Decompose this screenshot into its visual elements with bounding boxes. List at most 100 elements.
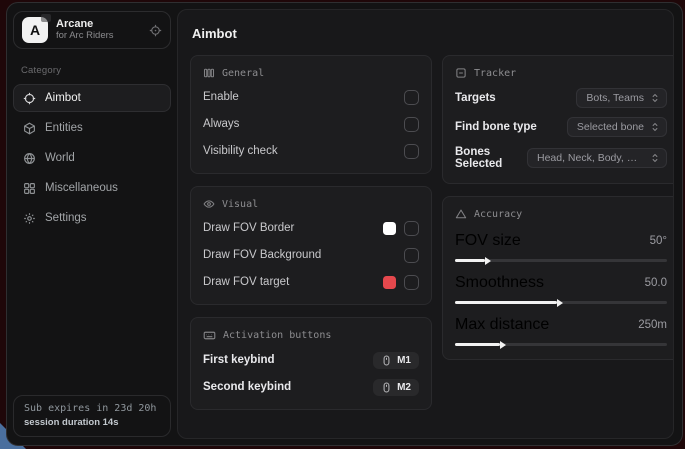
card-title: Tracker xyxy=(474,68,516,79)
card-activation-buttons: Activation buttons First keybind M1 xyxy=(190,317,432,410)
session-duration-text: session duration 14s xyxy=(24,417,160,428)
targets-dropdown[interactable]: Bots, Teams xyxy=(576,88,667,108)
sidebar-item-label: Miscellaneous xyxy=(45,182,118,194)
setting-row-second-keybind: Second keybind M2 xyxy=(203,378,419,396)
setting-row-fov-border: Draw FOV Border xyxy=(203,219,419,237)
setting-row-max-distance: Max distance 250m xyxy=(455,316,667,346)
app-window: A Arcane for Arc Riders Category xyxy=(6,2,683,446)
gear-icon xyxy=(23,212,36,225)
fov-border-checkbox[interactable] xyxy=(404,221,419,236)
unfold-icon xyxy=(650,153,660,163)
setting-label: Draw FOV Border xyxy=(203,222,294,234)
keybind-value: M2 xyxy=(397,382,411,393)
setting-label: Draw FOV target xyxy=(203,276,289,288)
setting-label: Find bone type xyxy=(455,121,537,133)
card-title: Visual xyxy=(222,199,258,210)
sidebar-item-label: Settings xyxy=(45,212,87,224)
first-keybind-button[interactable]: M1 xyxy=(373,352,419,369)
sidebar-item-label: World xyxy=(45,152,75,164)
fov-border-color-swatch[interactable] xyxy=(383,222,396,235)
app-header: A Arcane for Arc Riders xyxy=(13,11,171,49)
grid-icon xyxy=(23,182,36,195)
sidebar-item-miscellaneous[interactable]: Miscellaneous xyxy=(13,174,171,202)
dropdown-value: Selected bone xyxy=(577,121,644,133)
setting-row-fov-size: FOV size 50° xyxy=(455,232,667,262)
fov-target-color-swatch[interactable] xyxy=(383,276,396,289)
cube-icon xyxy=(23,122,36,135)
card-general: General Enable Always Visibility check xyxy=(190,55,432,174)
setting-row-fov-target: Draw FOV target xyxy=(203,273,419,291)
slider-fill[interactable] xyxy=(455,259,485,262)
slider-value: 50° xyxy=(650,235,667,247)
dropdown-value: Bots, Teams xyxy=(586,92,644,104)
sidebar-item-world[interactable]: World xyxy=(13,144,171,172)
setting-label: Max distance xyxy=(455,316,549,334)
slider-fill[interactable] xyxy=(455,301,557,304)
sidebar: A Arcane for Arc Riders Category xyxy=(7,3,177,445)
setting-label: Enable xyxy=(203,91,239,103)
triangle-icon xyxy=(455,208,467,220)
setting-label: Bones Selected xyxy=(455,146,527,170)
card-visual: Visual Draw FOV Border Draw FOV Backgrou… xyxy=(190,186,432,305)
setting-row-enable: Enable xyxy=(203,88,419,106)
setting-row-fov-background: Draw FOV Background xyxy=(203,246,419,264)
setting-row-find-bone-type: Find bone type Selected bone xyxy=(455,117,667,137)
card-tracker: Tracker Targets Bots, Teams xyxy=(442,55,674,184)
sidebar-item-aimbot[interactable]: Aimbot xyxy=(13,84,171,112)
frame-minus-icon xyxy=(455,67,467,79)
card-title: Accuracy xyxy=(474,209,522,220)
second-keybind-button[interactable]: M2 xyxy=(373,379,419,396)
unfold-icon xyxy=(650,122,660,132)
always-checkbox[interactable] xyxy=(404,117,419,132)
setting-label: Draw FOV Background xyxy=(203,249,321,261)
card-title: General xyxy=(222,68,264,79)
category-label: Category xyxy=(21,65,171,76)
scope-icon[interactable] xyxy=(149,24,162,37)
app-name: Arcane xyxy=(56,18,141,31)
sidebar-item-label: Aimbot xyxy=(45,92,81,104)
setting-label: Targets xyxy=(455,92,496,104)
max-distance-slider[interactable] xyxy=(455,343,667,346)
fov-size-slider[interactable] xyxy=(455,259,667,262)
page-title: Aimbot xyxy=(192,26,663,41)
setting-label: Always xyxy=(203,118,239,130)
app-brand: Arcane for Arc Riders xyxy=(56,18,141,42)
mouse-icon xyxy=(381,382,392,393)
main-panel: Aimbot General Enable xyxy=(177,9,674,439)
fov-background-checkbox[interactable] xyxy=(404,248,419,263)
eye-icon xyxy=(203,198,215,210)
bone-type-dropdown[interactable]: Selected bone xyxy=(567,117,667,137)
setting-row-bones-selected: Bones Selected Head, Neck, Body, Pe... xyxy=(455,146,667,170)
sidebar-nav: Aimbot Entities World xyxy=(13,84,171,232)
keybind-value: M1 xyxy=(397,355,411,366)
card-accuracy: Accuracy FOV size 50° Smoothness xyxy=(442,196,674,360)
columns-icon xyxy=(203,67,215,79)
setting-row-targets: Targets Bots, Teams xyxy=(455,88,667,108)
crosshair-icon xyxy=(23,92,36,105)
setting-label: FOV size xyxy=(455,232,521,250)
slider-fill[interactable] xyxy=(455,343,500,346)
app-logo: A xyxy=(22,17,48,43)
setting-row-smoothness: Smoothness 50.0 xyxy=(455,274,667,304)
setting-row-visibility-check: Visibility check xyxy=(203,142,419,160)
smoothness-slider[interactable] xyxy=(455,301,667,304)
enable-checkbox[interactable] xyxy=(404,90,419,105)
setting-label: Second keybind xyxy=(203,381,291,393)
sidebar-item-settings[interactable]: Settings xyxy=(13,204,171,232)
sidebar-item-label: Entities xyxy=(45,122,83,134)
unfold-icon xyxy=(650,93,660,103)
bones-selected-dropdown[interactable]: Head, Neck, Body, Pe... xyxy=(527,148,667,168)
fov-target-checkbox[interactable] xyxy=(404,275,419,290)
slider-value: 50.0 xyxy=(645,277,667,289)
setting-row-first-keybind: First keybind M1 xyxy=(203,351,419,369)
subscription-status: Sub expires in 23d 20h session duration … xyxy=(13,395,171,437)
dropdown-value: Head, Neck, Body, Pe... xyxy=(537,152,644,164)
card-title: Activation buttons xyxy=(223,330,331,341)
sub-expiry-text: Sub expires in 23d 20h xyxy=(24,403,160,414)
mouse-icon xyxy=(381,355,392,366)
visibility-check-checkbox[interactable] xyxy=(404,144,419,159)
slider-value: 250m xyxy=(638,319,667,331)
app-subtitle: for Arc Riders xyxy=(56,31,141,42)
sidebar-item-entities[interactable]: Entities xyxy=(13,114,171,142)
setting-label: First keybind xyxy=(203,354,275,366)
